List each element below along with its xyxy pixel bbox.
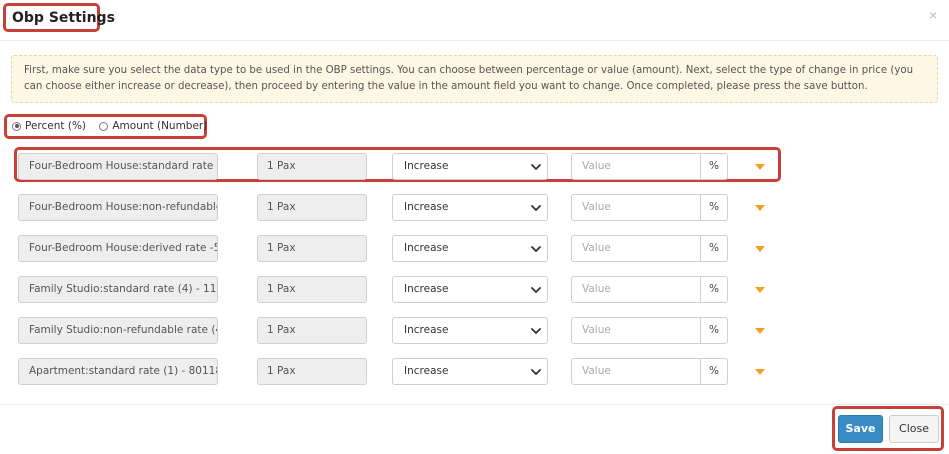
pax-field: 1 Pax bbox=[257, 276, 367, 303]
unit-addon: % bbox=[700, 235, 728, 262]
caret-down-icon[interactable] bbox=[755, 369, 765, 375]
change-type-select[interactable]: Increase bbox=[392, 358, 548, 385]
rate-row: Four-Bedroom House:derived rate -5 1 Pax I… bbox=[0, 235, 949, 262]
radio-percent-label: Percent (%) bbox=[25, 120, 87, 132]
value-input[interactable]: Value bbox=[571, 317, 701, 344]
value-input[interactable]: Value bbox=[571, 153, 701, 180]
close-icon[interactable]: × bbox=[929, 8, 937, 22]
caret-down-icon[interactable] bbox=[755, 246, 765, 252]
unit-addon: % bbox=[700, 153, 728, 180]
room-rate-field: Four-Bedroom House:non-refundable bbox=[18, 194, 218, 221]
pax-field: 1 Pax bbox=[257, 194, 367, 221]
close-button[interactable]: Close bbox=[889, 415, 939, 443]
data-type-radio-group: Percent (%) Amount (Number) bbox=[12, 120, 217, 134]
obp-settings-modal: Obp Settings × First, make sure you sele… bbox=[0, 0, 949, 454]
caret-down-icon[interactable] bbox=[755, 164, 765, 170]
value-input[interactable]: Value bbox=[571, 235, 701, 262]
modal-title: Obp Settings bbox=[12, 10, 115, 26]
unit-addon: % bbox=[700, 317, 728, 344]
change-type-select[interactable]: Increase bbox=[392, 194, 548, 221]
value-input[interactable]: Value bbox=[571, 194, 701, 221]
rate-row: Family Studio:non-refundable rate (4 1 Pa… bbox=[0, 317, 949, 344]
unit-addon: % bbox=[700, 194, 728, 221]
change-type-select[interactable]: Increase bbox=[392, 235, 548, 262]
change-type-select[interactable]: Increase bbox=[392, 276, 548, 303]
caret-down-icon[interactable] bbox=[755, 205, 765, 211]
change-type-select[interactable]: Increase bbox=[392, 317, 548, 344]
rate-row: Four-Bedroom House:non-refundable 1 Pax In… bbox=[0, 194, 949, 221]
chevron-down-icon bbox=[531, 328, 541, 334]
caret-down-icon[interactable] bbox=[755, 328, 765, 334]
rate-row: Four-Bedroom House:standard rate ( 1 Pax I… bbox=[0, 153, 949, 180]
unit-addon: % bbox=[700, 358, 728, 385]
change-type-value: Increase bbox=[404, 242, 449, 254]
room-rate-field: Apartment:standard rate (1) - 8011855 bbox=[18, 358, 218, 385]
pax-field: 1 Pax bbox=[257, 153, 367, 180]
rate-row: Apartment:standard rate (1) - 8011855 1 P… bbox=[0, 358, 949, 385]
rate-row: Family Studio:standard rate (4) - 1113 1 … bbox=[0, 276, 949, 303]
change-type-value: Increase bbox=[404, 365, 449, 377]
radio-amount-indicator[interactable] bbox=[99, 121, 109, 131]
value-input[interactable]: Value bbox=[571, 276, 701, 303]
pax-field: 1 Pax bbox=[257, 235, 367, 262]
chevron-down-icon bbox=[531, 164, 541, 170]
radio-amount-label: Amount (Number) bbox=[112, 120, 208, 132]
pax-field: 1 Pax bbox=[257, 317, 367, 344]
chevron-down-icon bbox=[531, 205, 541, 211]
radio-percent-indicator[interactable] bbox=[12, 121, 21, 131]
room-rate-field: Family Studio:standard rate (4) - 1113 bbox=[18, 276, 218, 303]
room-rate-field: Four-Bedroom House:derived rate -5 bbox=[18, 235, 218, 262]
chevron-down-icon bbox=[531, 246, 541, 252]
chevron-down-icon bbox=[531, 287, 541, 293]
change-type-value: Increase bbox=[404, 324, 449, 336]
change-type-value: Increase bbox=[404, 160, 449, 172]
change-type-select[interactable]: Increase bbox=[392, 153, 548, 180]
change-type-value: Increase bbox=[404, 201, 449, 213]
value-input[interactable]: Value bbox=[571, 358, 701, 385]
pax-field: 1 Pax bbox=[257, 358, 367, 385]
room-rate-field: Four-Bedroom House:standard rate ( bbox=[18, 153, 218, 180]
instructions-alert: First, make sure you select the data typ… bbox=[11, 55, 938, 103]
room-rate-field: Family Studio:non-refundable rate (4 bbox=[18, 317, 218, 344]
caret-down-icon[interactable] bbox=[755, 287, 765, 293]
change-type-value: Increase bbox=[404, 283, 449, 295]
save-button[interactable]: Save bbox=[838, 415, 883, 443]
unit-addon: % bbox=[700, 276, 728, 303]
chevron-down-icon bbox=[531, 369, 541, 375]
header-divider bbox=[0, 40, 949, 41]
radio-amount[interactable]: Amount (Number) bbox=[99, 120, 207, 132]
footer-divider bbox=[0, 404, 949, 405]
radio-percent[interactable]: Percent (%) bbox=[12, 120, 86, 132]
